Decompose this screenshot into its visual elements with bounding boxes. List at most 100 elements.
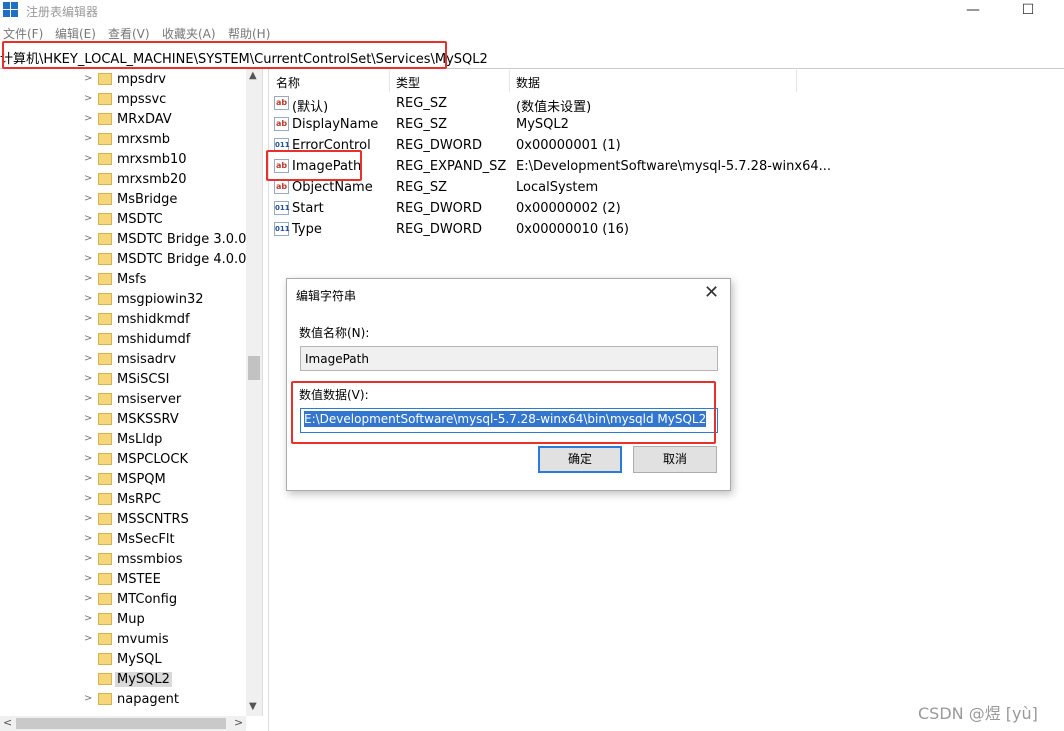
tree-item[interactable]: > mrxsmb20	[0, 170, 246, 190]
close-icon[interactable]: ✕	[704, 282, 719, 303]
folder-icon	[98, 233, 112, 245]
value-row[interactable]: 011 Type REG_DWORD 0x00000010 (16)	[269, 219, 869, 240]
chevron-right-icon[interactable]: >	[84, 573, 92, 584]
tree-item[interactable]: > MsRPC	[0, 490, 246, 510]
chevron-right-icon[interactable]: >	[84, 153, 92, 164]
minimize-button[interactable]: —	[950, 0, 996, 22]
chevron-right-icon[interactable]: >	[84, 313, 92, 324]
tree-item[interactable]: > MRxDAV	[0, 110, 246, 130]
chevron-right-icon[interactable]: >	[84, 293, 92, 304]
tree-item-label: MSiSCSI	[117, 372, 170, 387]
maximize-button[interactable]: ☐	[1005, 0, 1051, 22]
scroll-up-icon[interactable]: ▲	[249, 70, 257, 81]
chevron-right-icon[interactable]: >	[84, 233, 92, 244]
column-divider[interactable]	[796, 70, 797, 92]
chevron-right-icon[interactable]: >	[84, 333, 92, 344]
folder-icon	[98, 173, 112, 185]
chevron-right-icon[interactable]: >	[84, 373, 92, 384]
chevron-right-icon[interactable]: >	[84, 353, 92, 364]
chevron-right-icon[interactable]: >	[84, 693, 92, 704]
tree-item[interactable]: > MSPCLOCK	[0, 450, 246, 470]
chevron-right-icon[interactable]: >	[84, 513, 92, 524]
tree-item[interactable]: > MSDTC Bridge 4.0.0.0	[0, 250, 259, 270]
tree-item[interactable]: > mssmbios	[0, 550, 246, 570]
menu-help[interactable]: 帮助(H)	[228, 25, 270, 42]
tree-item[interactable]: > MSDTC	[0, 210, 246, 230]
tree-item[interactable]: > MTConfig	[0, 590, 246, 610]
scroll-thumb[interactable]	[248, 356, 260, 380]
chevron-right-icon[interactable]: >	[84, 593, 92, 604]
chevron-right-icon[interactable]: >	[84, 413, 92, 424]
column-divider[interactable]	[389, 70, 390, 92]
tree-item[interactable]: MySQL2	[0, 670, 246, 690]
cancel-button[interactable]: 取消	[633, 446, 717, 473]
tree-item[interactable]: > mpsdrv	[0, 70, 246, 90]
chevron-right-icon[interactable]: >	[84, 213, 92, 224]
tree-item[interactable]: > MsLldp	[0, 430, 246, 450]
tree-item[interactable]: > mshidkmdf	[0, 310, 246, 330]
tree-item[interactable]: > msiserver	[0, 390, 246, 410]
tree-item[interactable]: > MSiSCSI	[0, 370, 246, 390]
tree-item[interactable]: > mshidumdf	[0, 330, 246, 350]
menu-favorites[interactable]: 收藏夹(A)	[162, 25, 216, 42]
chevron-right-icon[interactable]: >	[84, 133, 92, 144]
menu-view[interactable]: 查看(V)	[108, 25, 150, 42]
chevron-right-icon[interactable]: >	[84, 533, 92, 544]
chevron-right-icon[interactable]: >	[84, 613, 92, 624]
menu-edit[interactable]: 编辑(E)	[55, 25, 96, 42]
value-row[interactable]: 011 Start REG_DWORD 0x00000002 (2)	[269, 198, 869, 219]
chevron-right-icon[interactable]: >	[84, 193, 92, 204]
chevron-right-icon[interactable]: >	[84, 453, 92, 464]
tree-item[interactable]: > MsSecFlt	[0, 530, 246, 550]
column-type[interactable]: 类型	[396, 74, 420, 91]
tree-item[interactable]: MySQL	[0, 650, 246, 670]
folder-icon	[98, 613, 112, 625]
tree-item[interactable]: > MSPQM	[0, 470, 246, 490]
ok-button[interactable]: 确定	[538, 446, 622, 473]
column-name[interactable]: 名称	[276, 74, 300, 91]
tree-item[interactable]: > MSSCNTRS	[0, 510, 246, 530]
tree-horizontal-scrollbar[interactable]: < >	[0, 716, 246, 731]
tree-item[interactable]: > Msfs	[0, 270, 246, 290]
tree-item[interactable]: > mrxsmb	[0, 130, 246, 150]
value-row[interactable]: ab (默认) REG_SZ (数值未设置)	[269, 93, 869, 115]
menu-file[interactable]: 文件(F)	[3, 25, 43, 42]
tree-item[interactable]: > msisadrv	[0, 350, 246, 370]
scroll-right-icon[interactable]: >	[234, 716, 243, 729]
tree-item[interactable]: > MSKSSRV	[0, 410, 246, 430]
chevron-right-icon[interactable]: >	[84, 93, 92, 104]
chevron-right-icon[interactable]: >	[84, 73, 92, 84]
tree-item[interactable]: > mpssvc	[0, 90, 246, 110]
scroll-left-icon[interactable]: <	[3, 716, 12, 729]
folder-icon	[98, 573, 112, 585]
chevron-right-icon[interactable]: >	[84, 433, 92, 444]
column-data[interactable]: 数据	[516, 74, 540, 91]
chevron-right-icon[interactable]: >	[84, 473, 92, 484]
tree-vertical-scrollbar[interactable]: ▲ ▼	[246, 69, 262, 716]
tree-item[interactable]: > MSTEE	[0, 570, 246, 590]
scroll-thumb[interactable]	[16, 718, 226, 729]
value-type: REG_SZ	[396, 96, 447, 111]
value-name: Start	[292, 201, 324, 216]
value-row[interactable]: ab DisplayName REG_SZ MySQL2	[269, 114, 869, 135]
tree-item[interactable]: > MSDTC Bridge 3.0.0.0	[0, 230, 259, 250]
chevron-right-icon[interactable]: >	[84, 253, 92, 264]
string-value-icon: ab	[274, 96, 289, 110]
folder-icon	[98, 153, 112, 165]
tree-item[interactable]: > napagent	[0, 690, 246, 710]
chevron-right-icon[interactable]: >	[84, 173, 92, 184]
chevron-right-icon[interactable]: >	[84, 553, 92, 564]
chevron-right-icon[interactable]: >	[84, 393, 92, 404]
scroll-down-icon[interactable]: ▼	[249, 701, 257, 712]
tree-item[interactable]: > mvumis	[0, 630, 246, 650]
tree-item[interactable]: > Mup	[0, 610, 246, 630]
chevron-right-icon[interactable]: >	[84, 633, 92, 644]
tree-item[interactable]: > msgpiowin32	[0, 290, 246, 310]
column-divider[interactable]	[509, 70, 510, 92]
chevron-right-icon[interactable]: >	[84, 493, 92, 504]
folder-icon	[98, 473, 112, 485]
chevron-right-icon[interactable]: >	[84, 113, 92, 124]
tree-item[interactable]: > MsBridge	[0, 190, 246, 210]
tree-item[interactable]: > mrxsmb10	[0, 150, 246, 170]
chevron-right-icon[interactable]: >	[84, 273, 92, 284]
